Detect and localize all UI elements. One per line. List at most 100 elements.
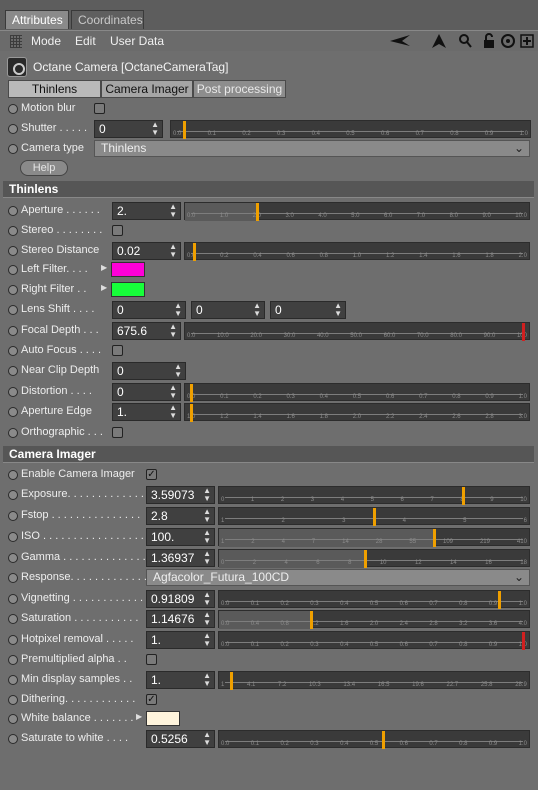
slider-knob[interactable]	[190, 404, 193, 422]
param-dot[interactable]	[8, 366, 18, 376]
exposure-field[interactable]: 3.59073 ▲ ▼	[146, 486, 215, 504]
menu-edit[interactable]: Edit	[75, 34, 96, 48]
focal-depth-slider[interactable]: 0.010.020.030.040.050.060.070.080.090.01…	[184, 322, 530, 341]
aperture-slider[interactable]: 0.01.02.03.04.05.06.07.08.09.010.0	[184, 202, 530, 221]
min-samples-field[interactable]: 1. ▲ ▼	[146, 671, 215, 689]
slider-knob[interactable]	[381, 731, 385, 749]
arrow-left-icon[interactable]	[388, 33, 412, 49]
param-dot[interactable]	[8, 614, 18, 624]
slider-knob[interactable]	[373, 508, 376, 526]
slider-knob[interactable]	[229, 672, 233, 690]
slider-knob[interactable]	[522, 323, 525, 341]
param-dot[interactable]	[8, 226, 18, 236]
lens-shift-y-field[interactable]: 0 ▲ ▼	[191, 301, 265, 319]
saturate-white-slider[interactable]: 0.0 0.1 0.2 0.3 0.4 0.5 0.6 0.7 0.8 0.9 1.0	[218, 730, 530, 749]
vignetting-slider[interactable]: 0.0 0.1 0.2 0.3 0.4 0.5 0.6 0.7 0.8 0.9 1.0	[218, 590, 530, 609]
lock-icon[interactable]	[483, 33, 495, 49]
param-dot[interactable]	[8, 655, 18, 665]
param-dot[interactable]	[8, 490, 18, 500]
slider-knob[interactable]	[193, 243, 197, 261]
param-dot[interactable]	[8, 553, 18, 563]
enable-imager-checkbox[interactable]: ✓	[146, 469, 157, 480]
saturate-white-field[interactable]: 0.5256 ▲ ▼	[146, 730, 215, 748]
gamma-field[interactable]: 1.36937 ▲ ▼	[146, 549, 215, 567]
param-dot[interactable]	[8, 206, 18, 216]
param-dot[interactable]	[8, 387, 18, 397]
subtab-post-processing[interactable]: Post processing	[193, 80, 286, 98]
distortion-field[interactable]: 0 ▲ ▼	[112, 383, 181, 401]
param-dot[interactable]	[8, 695, 18, 705]
param-dot[interactable]	[8, 594, 18, 604]
slider-knob[interactable]	[498, 591, 502, 609]
white-balance-swatch[interactable]	[146, 711, 180, 726]
slider-knob[interactable]	[462, 487, 466, 505]
shutter-field[interactable]: 0 ▲ ▼	[94, 120, 163, 138]
param-dot[interactable]	[8, 635, 18, 645]
triangle-right-icon[interactable]: ▶	[101, 283, 107, 292]
premultiplied-checkbox[interactable]	[146, 654, 157, 665]
slider-knob[interactable]	[190, 384, 193, 402]
exposure-slider[interactable]: 012345678910	[218, 486, 530, 505]
thinlens-section-header[interactable]: Thinlens	[3, 181, 534, 198]
param-dot[interactable]	[8, 470, 18, 480]
fstop-field[interactable]: 2.8 ▲ ▼	[146, 507, 215, 525]
iso-field[interactable]: 100. ▲ ▼	[146, 528, 215, 546]
slider-knob[interactable]	[182, 121, 186, 139]
param-dot[interactable]	[8, 265, 18, 275]
param-dot[interactable]	[8, 573, 18, 583]
slider-knob[interactable]	[522, 632, 525, 650]
menu-user-data[interactable]: User Data	[110, 34, 164, 48]
param-dot[interactable]	[8, 305, 18, 315]
slider-knob[interactable]	[310, 611, 314, 629]
tab-coordinates[interactable]: Coordinates	[71, 10, 144, 29]
param-dot[interactable]	[8, 407, 18, 417]
iso-slider[interactable]: 1 2 4 7 14 28 55 109 219 410	[218, 528, 530, 547]
orthographic-checkbox[interactable]	[112, 427, 123, 438]
near-clip-field[interactable]: 0 ▲ ▼	[112, 362, 186, 380]
hotpixel-field[interactable]: 1. ▲ ▼	[146, 631, 215, 649]
motion-blur-checkbox[interactable]	[94, 103, 105, 114]
param-dot[interactable]	[8, 734, 18, 744]
param-dot[interactable]	[8, 104, 18, 114]
lens-shift-x-field[interactable]: 0 ▲ ▼	[112, 301, 186, 319]
param-dot[interactable]	[8, 675, 18, 685]
param-dot[interactable]	[8, 285, 18, 295]
slider-knob[interactable]	[432, 529, 436, 547]
target-icon[interactable]	[500, 33, 516, 49]
aperture-edge-slider[interactable]: 1.01.21.41.61.82.02.22.42.62.83.0	[184, 403, 530, 422]
help-button[interactable]: Help	[20, 160, 68, 176]
triangle-right-icon[interactable]: ▶	[101, 263, 107, 272]
subtab-camera-imager[interactable]: Camera Imager	[101, 80, 193, 98]
aperture-edge-field[interactable]: 1. ▲ ▼	[112, 403, 181, 421]
saturation-field[interactable]: 1.14676 ▲ ▼	[146, 610, 215, 628]
left-filter-swatch[interactable]	[111, 262, 145, 277]
dithering-checkbox[interactable]: ✓	[146, 694, 157, 705]
param-dot[interactable]	[8, 511, 18, 521]
auto-focus-checkbox[interactable]	[112, 345, 123, 356]
menu-mode[interactable]: Mode	[31, 34, 61, 48]
param-dot[interactable]	[8, 124, 18, 134]
tab-attributes[interactable]: Attributes	[5, 10, 69, 29]
gamma-slider[interactable]: 0 2 4 6 8 10 12 14 16 18	[218, 549, 530, 568]
param-dot[interactable]	[8, 144, 18, 154]
slider-knob[interactable]	[256, 203, 260, 221]
param-dot[interactable]	[8, 714, 18, 724]
param-dot[interactable]	[8, 326, 18, 336]
fstop-slider[interactable]: 1 2 3 4 5 6	[218, 507, 530, 526]
stereo-checkbox[interactable]	[112, 225, 123, 236]
param-dot[interactable]	[8, 428, 18, 438]
shutter-slider[interactable]: 0.0 0.1 0.2 0.3 0.4 0.5 0.6 0.7 0.8 0.9 1.0	[170, 120, 531, 139]
hotpixel-slider[interactable]: 0.00.10.20.30.40.50.60.70.80.91.0	[218, 631, 530, 650]
subtab-thinlens[interactable]: Thinlens	[8, 80, 101, 98]
response-select[interactable]: Agfacolor_Futura_100CD ⌄	[146, 569, 530, 586]
slider-knob[interactable]	[364, 550, 368, 568]
aperture-field[interactable]: 2. ▲ ▼	[112, 202, 181, 220]
min-samples-slider[interactable]: 1 4.1 7.2 10.3 13.4 16.5 19.6 22.7 25.8 28.9	[218, 671, 530, 690]
stereo-distance-slider[interactable]: 0.0 0.2 0.4 0.6 0.8 1.0 1.2 1.4 1.6 1.8 2.0	[184, 242, 530, 261]
param-dot[interactable]	[8, 246, 18, 256]
stereo-distance-field[interactable]: 0.02 ▲ ▼	[112, 242, 181, 260]
triangle-right-icon[interactable]: ▶	[136, 712, 142, 721]
focal-depth-field[interactable]: 675.6 ▲ ▼	[112, 322, 181, 340]
add-icon[interactable]	[520, 33, 534, 49]
lens-shift-z-field[interactable]: 0 ▲ ▼	[270, 301, 346, 319]
